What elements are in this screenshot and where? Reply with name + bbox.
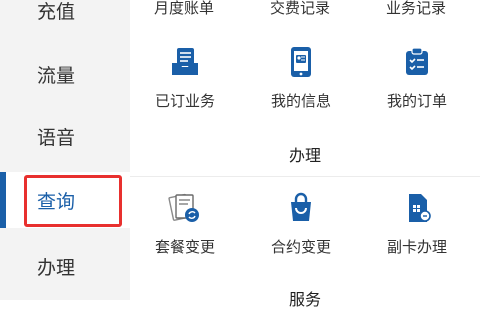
sidebar-item-label: 语音 bbox=[36, 126, 75, 149]
my-info-button[interactable]: 我的信息 bbox=[246, 44, 356, 111]
sidebar-item-data[interactable]: 流量 bbox=[0, 46, 130, 102]
plan-change-label: 套餐变更 bbox=[154, 238, 215, 256]
contract-change-label: 合约变更 bbox=[270, 238, 331, 256]
sidebar-item-query[interactable]: 查询 bbox=[0, 172, 130, 228]
my-orders-label: 我的订单 bbox=[386, 92, 447, 110]
contract-change-button[interactable]: 合约变更 bbox=[246, 190, 356, 257]
subscribed-services-label: 已订业务 bbox=[154, 92, 215, 110]
secondary-card-label: 副卡办理 bbox=[386, 238, 447, 256]
my-orders-button[interactable]: 我的订单 bbox=[362, 44, 472, 111]
service-records-link[interactable]: 业务记录 bbox=[361, 0, 471, 18]
sidebar: 充值 流量 语音 查询 办理 bbox=[0, 0, 130, 300]
contract-bag-icon bbox=[283, 190, 319, 226]
payment-records-link[interactable]: 交费记录 bbox=[245, 0, 355, 18]
sidebar-item-recharge[interactable]: 充值 bbox=[0, 0, 130, 38]
plan-change-button[interactable]: 套餐变更 bbox=[130, 190, 240, 257]
sidebar-item-label: 查询 bbox=[36, 190, 75, 213]
section-title-handle: 办理 bbox=[288, 146, 321, 165]
main-content: 月度账单 交费记录 业务记录 已订业务 我的信息 我的订单 办理 套餐变更 合约… bbox=[129, 0, 480, 309]
monthly-bill-link[interactable]: 月度账单 bbox=[129, 0, 239, 18]
sim-card-icon bbox=[399, 190, 435, 226]
section-divider bbox=[130, 176, 480, 177]
sidebar-item-voice[interactable]: 语音 bbox=[0, 108, 130, 164]
my-info-phone-icon bbox=[283, 44, 319, 80]
sidebar-item-label: 办理 bbox=[36, 256, 75, 279]
plan-change-icon bbox=[167, 190, 203, 226]
subscribed-services-icon bbox=[167, 44, 203, 80]
secondary-card-button[interactable]: 副卡办理 bbox=[362, 190, 472, 257]
my-orders-clipboard-icon bbox=[399, 44, 435, 80]
sidebar-item-label: 流量 bbox=[36, 64, 75, 87]
my-info-label: 我的信息 bbox=[270, 92, 331, 110]
section-title-service: 服务 bbox=[288, 290, 321, 309]
active-indicator bbox=[0, 172, 6, 228]
sidebar-item-handle[interactable]: 办理 bbox=[0, 238, 130, 294]
sidebar-item-label: 充值 bbox=[36, 0, 75, 23]
subscribed-services-button[interactable]: 已订业务 bbox=[130, 44, 240, 111]
